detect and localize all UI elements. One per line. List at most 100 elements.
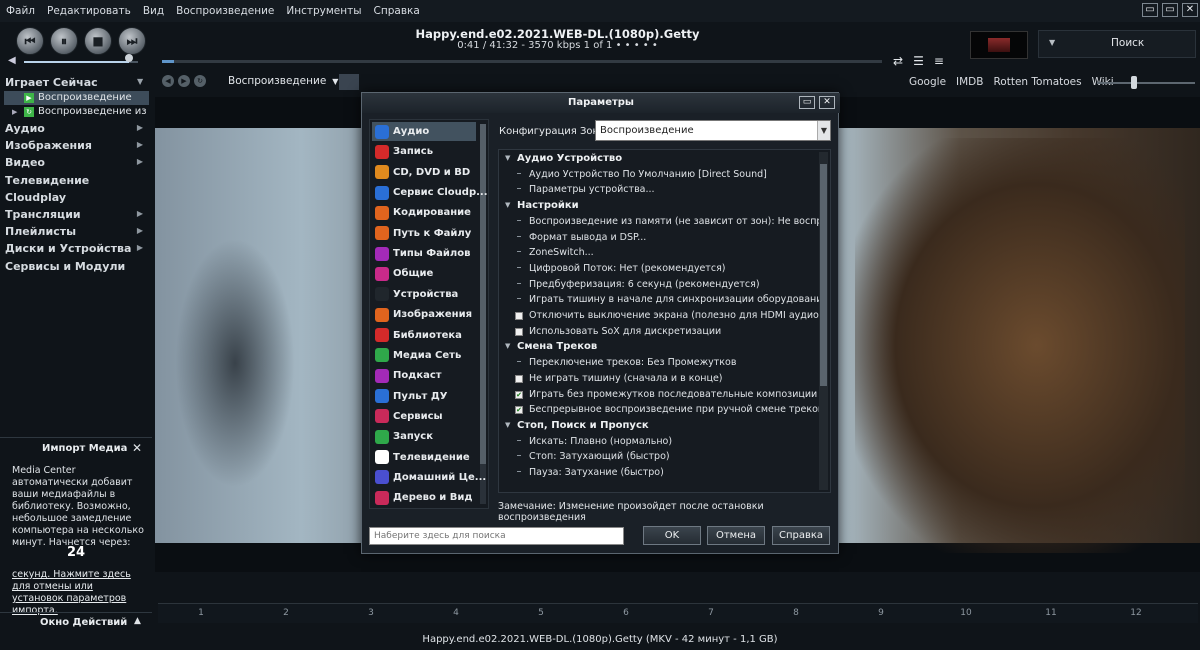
chapter-mark[interactable]: 12 bbox=[1126, 608, 1146, 618]
chapter-mark[interactable]: 9 bbox=[871, 608, 891, 618]
dialog-search-input[interactable] bbox=[370, 528, 623, 544]
settings-section[interactable]: ▼ Настройки bbox=[499, 198, 819, 213]
options-category[interactable]: Запись bbox=[372, 142, 476, 161]
view-toggle[interactable] bbox=[339, 74, 359, 90]
settings-checkbox-row[interactable]: Использовать SoX для дискретизации bbox=[499, 324, 819, 339]
playlist-icon[interactable]: ☰ bbox=[913, 54, 924, 68]
options-category[interactable]: Пульт ДУ bbox=[372, 387, 476, 406]
options-category[interactable]: Домашний Це... bbox=[372, 468, 486, 487]
options-category[interactable]: Устройства bbox=[372, 285, 476, 304]
options-category[interactable]: Библиотека bbox=[372, 326, 476, 345]
chapter-mark[interactable]: 1 bbox=[191, 608, 211, 618]
settings-item[interactable]: Играть тишину в начале для синхронизации… bbox=[499, 292, 819, 307]
menu-item[interactable]: Вид bbox=[137, 0, 170, 22]
options-category[interactable]: Кодирование bbox=[372, 203, 476, 222]
help-button[interactable]: Справка bbox=[772, 526, 830, 545]
options-category[interactable]: Подкаст bbox=[372, 366, 476, 385]
settings-item[interactable]: Переключение треков: Без Промежутков bbox=[499, 355, 819, 370]
minimize-button[interactable]: ▭ bbox=[1142, 3, 1158, 17]
sidebar-item-playback-from[interactable]: ▶ ↻ Воспроизведение из Ма... bbox=[4, 105, 149, 119]
settings-item[interactable]: ZoneSwitch... bbox=[499, 245, 819, 260]
settings-item[interactable]: Стоп: Затухающий (быстро) bbox=[499, 449, 819, 464]
settings-item[interactable]: Аудио Устройство По Умолчанию [Direct So… bbox=[499, 167, 819, 182]
menu-item[interactable]: Инструменты bbox=[280, 0, 367, 22]
settings-checkbox-row[interactable]: ✔ Беспрерывное воспроизведение при ручной… bbox=[499, 402, 819, 417]
chapter-mark[interactable]: 2 bbox=[276, 608, 296, 618]
stop-button[interactable]: ■ bbox=[84, 27, 112, 55]
options-category[interactable]: Изображения bbox=[372, 305, 476, 324]
chapter-mark[interactable]: 4 bbox=[446, 608, 466, 618]
close-button[interactable]: ✕ bbox=[1182, 3, 1198, 17]
settings-checkbox-row[interactable]: Отключить выключение экрана (полезно для… bbox=[499, 308, 819, 323]
chapter-mark[interactable]: 11 bbox=[1041, 608, 1061, 618]
chapter-mark[interactable]: 10 bbox=[956, 608, 976, 618]
sidebar-category[interactable]: Аудио ▶ bbox=[5, 122, 145, 135]
maximize-icon[interactable]: ▭ bbox=[799, 96, 815, 109]
checkbox[interactable] bbox=[515, 327, 523, 336]
options-category[interactable]: Телевидение bbox=[372, 448, 476, 467]
options-category[interactable]: CD, DVD и BD bbox=[372, 163, 476, 182]
zoom-knob[interactable] bbox=[1131, 76, 1137, 89]
close-icon[interactable]: ✕ bbox=[819, 96, 835, 109]
chapter-mark[interactable]: 7 bbox=[701, 608, 721, 618]
options-category[interactable]: Дерево и Вид bbox=[372, 488, 476, 507]
settings-item[interactable]: Предбуферизация: 6 секунд (рекомендуется… bbox=[499, 277, 819, 292]
volume-track[interactable] bbox=[24, 61, 138, 63]
options-category[interactable]: Общие bbox=[372, 264, 476, 283]
sidebar-header[interactable]: Играет Сейчас bbox=[5, 76, 98, 89]
settings-item[interactable]: Искать: Плавно (нормально) bbox=[499, 434, 819, 449]
album-art[interactable] bbox=[970, 31, 1028, 59]
chapter-mark[interactable]: 6 bbox=[616, 608, 636, 618]
list-icon[interactable]: ≡ bbox=[934, 54, 944, 68]
chapter-mark[interactable]: 8 bbox=[786, 608, 806, 618]
menu-item[interactable]: Редактировать bbox=[41, 0, 137, 22]
settings-item[interactable]: Цифровой Поток: Нет (рекомендуется) bbox=[499, 261, 819, 276]
sidebar-category[interactable]: Изображения ▶ bbox=[5, 139, 145, 152]
refresh-icon[interactable]: ↻ bbox=[194, 75, 206, 87]
actions-panel[interactable]: Окно Действий ▲ bbox=[0, 612, 152, 632]
search-box[interactable]: ▼ Поиск bbox=[1038, 30, 1196, 58]
collapse-icon[interactable]: ▼ bbox=[505, 418, 510, 433]
collapse-icon[interactable]: ▼ bbox=[505, 198, 510, 213]
volume-slider[interactable]: ◀ bbox=[8, 54, 143, 67]
sidebar-category[interactable]: Cloudplay bbox=[5, 191, 145, 204]
collapse-icon[interactable]: ▼ bbox=[505, 151, 510, 166]
sidebar-item-playback[interactable]: ▶ Воспроизведение bbox=[4, 91, 149, 105]
dialog-search[interactable] bbox=[369, 527, 624, 545]
link-google[interactable]: Google bbox=[909, 76, 946, 88]
ok-button[interactable]: OK bbox=[643, 526, 701, 545]
settings-item[interactable]: Формат вывода и DSP... bbox=[499, 230, 819, 245]
settings-item[interactable]: Воспроизведение из памяти (не зависит от… bbox=[499, 214, 819, 229]
options-category[interactable]: Сервисы bbox=[372, 407, 476, 426]
chevron-down-icon[interactable]: ▼ bbox=[1049, 38, 1055, 47]
pause-button[interactable]: ⏸ bbox=[50, 27, 78, 55]
settings-section[interactable]: ▼ Аудио Устройство bbox=[499, 151, 819, 166]
sidebar-category[interactable]: Сервисы и Модули bbox=[5, 260, 145, 273]
chevron-up-icon[interactable]: ▲ bbox=[134, 616, 141, 626]
zoom-slider[interactable] bbox=[1097, 76, 1195, 89]
settings-checkbox-row[interactable]: Не играть тишину (сначала и в конце) bbox=[499, 371, 819, 386]
link-imdb[interactable]: IMDB bbox=[956, 76, 983, 88]
menu-item[interactable]: Справка bbox=[368, 0, 426, 22]
menu-item[interactable]: Воспроизведение bbox=[170, 0, 280, 22]
category-scrollbar[interactable] bbox=[480, 124, 486, 504]
checkbox[interactable] bbox=[515, 312, 523, 320]
scroll-thumb[interactable] bbox=[480, 124, 486, 464]
menu-item[interactable]: Файл bbox=[0, 0, 41, 22]
chapter-timeline[interactable]: 1 2 3 4 5 6 7 8 9 10 11 12 bbox=[158, 603, 1198, 623]
close-icon[interactable]: ✕ bbox=[132, 441, 142, 455]
checkbox[interactable]: ✔ bbox=[515, 390, 523, 399]
settings-item[interactable]: Параметры устройства... bbox=[499, 182, 819, 197]
import-cancel-link[interactable]: секунд. Нажмите здесь для отмены или уст… bbox=[12, 569, 144, 617]
settings-section[interactable]: ▼ Стоп, Поиск и Пропуск bbox=[499, 418, 819, 433]
view-dropdown[interactable]: Воспроизведение ▼ bbox=[228, 75, 338, 87]
settings-section[interactable]: ▼ Смена Треков bbox=[499, 339, 819, 354]
forward-icon[interactable]: ▶ bbox=[178, 75, 190, 87]
link-rotten-tomatoes[interactable]: Rotten Tomatoes bbox=[993, 76, 1081, 88]
next-button[interactable]: ⏭ bbox=[118, 27, 146, 55]
sidebar-category[interactable]: Диски и Устройства ▶ bbox=[5, 242, 145, 255]
options-category[interactable]: Аудио bbox=[372, 122, 476, 141]
scroll-thumb[interactable] bbox=[820, 164, 827, 386]
playback-progress[interactable] bbox=[162, 60, 882, 63]
shuffle-icon[interactable]: ⇄ bbox=[893, 54, 903, 68]
